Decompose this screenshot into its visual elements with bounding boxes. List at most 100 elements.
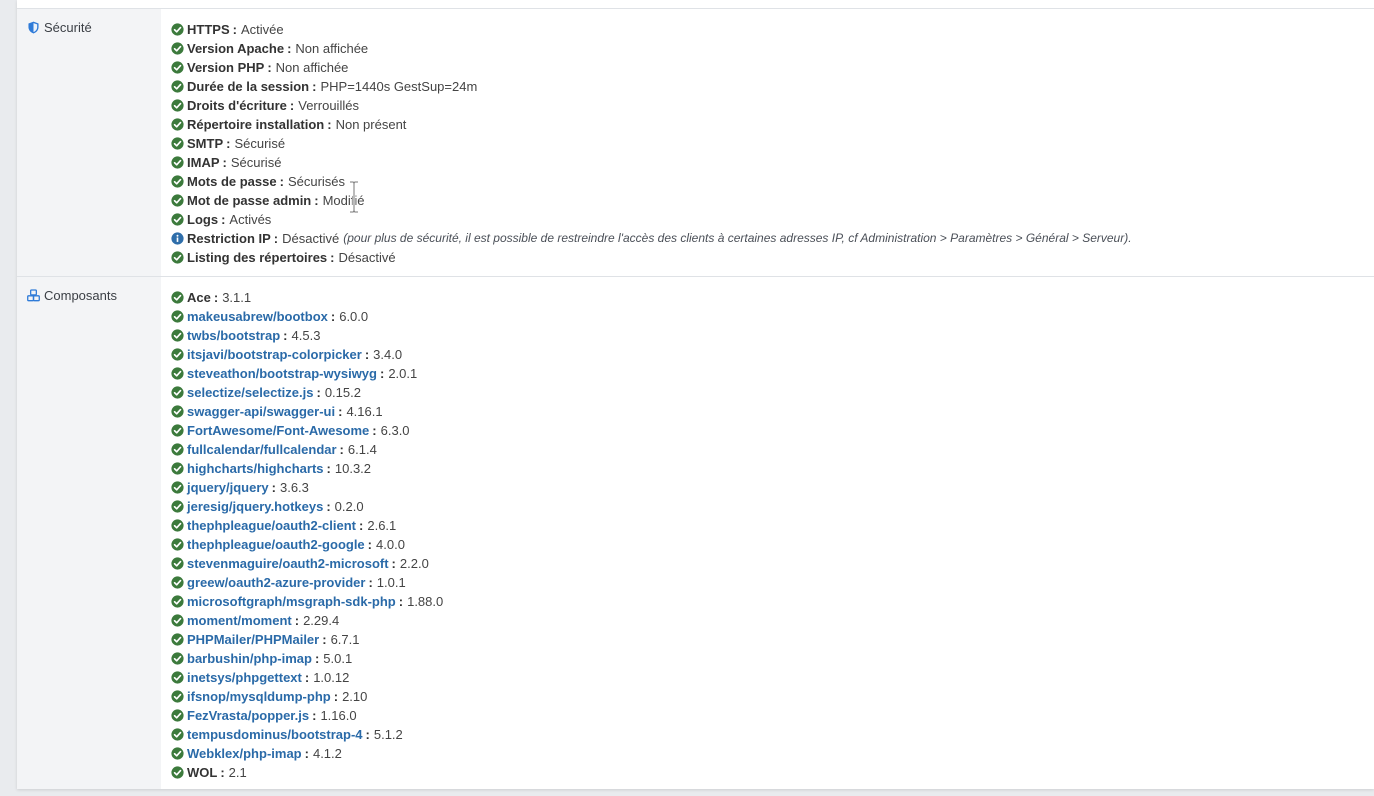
components-link[interactable]: twbs/bootstrap [187, 328, 280, 343]
components-link[interactable]: swagger-api/swagger-ui [187, 404, 335, 419]
label-separator: : [271, 480, 276, 495]
label-separator: : [232, 22, 237, 37]
label-separator: : [391, 556, 396, 571]
components-link[interactable]: PHPMailer/PHPMailer [187, 632, 319, 647]
security-row: HTTPS: Activée [171, 20, 1374, 39]
check-circle-icon [171, 747, 184, 760]
components-link[interactable]: steveathon/bootstrap-wysiwyg [187, 366, 377, 381]
components-link[interactable]: tempusdominus/bootstrap-4 [187, 727, 363, 742]
label-separator: : [372, 423, 377, 438]
check-circle-icon [171, 576, 184, 589]
components-link[interactable]: highcharts/highcharts [187, 461, 324, 476]
components-row: barbushin/php-imap:5.0.1 [171, 649, 1374, 668]
security-key: Droits d'écriture [187, 98, 287, 113]
label-separator: : [339, 442, 344, 457]
security-row: Répertoire installation: Non présent [171, 115, 1374, 134]
check-circle-icon [171, 671, 184, 684]
components-label-cell: Composants [17, 277, 161, 789]
components-link[interactable]: jquery/jquery [187, 480, 269, 495]
check-circle-icon [171, 709, 184, 722]
components-row: microsoftgraph/msgraph-sdk-php:1.88.0 [171, 592, 1374, 611]
components-value: 4.5.3 [291, 328, 321, 343]
components-value: 4.1.2 [312, 746, 342, 761]
components-row: highcharts/highcharts:10.3.2 [171, 459, 1374, 478]
components-value: 2.29.4 [303, 613, 340, 628]
label-separator: : [294, 613, 300, 628]
label-separator: : [312, 79, 317, 94]
shield-icon [28, 21, 39, 34]
components-row: swagger-api/swagger-ui:4.16.1 [171, 402, 1374, 421]
security-value: Sécurisé [230, 155, 282, 170]
security-note: (pour plus de sécurité, il est possible … [343, 231, 1132, 245]
label-separator: : [365, 727, 370, 742]
components-row: inetsys/phpgettext:1.0.12 [171, 668, 1374, 687]
components-link[interactable]: greew/oauth2-azure-provider [187, 575, 365, 590]
label-separator: : [316, 385, 321, 400]
check-circle-icon [171, 633, 184, 646]
components-value: 3.6.3 [279, 480, 309, 495]
components-link[interactable]: moment/moment [187, 613, 292, 628]
security-key: Durée de la session [187, 79, 310, 94]
label-separator: : [314, 651, 320, 666]
components-row: steveathon/bootstrap-wysiwyg:2.0.1 [171, 364, 1374, 383]
check-circle-icon [171, 80, 184, 93]
components-link[interactable]: itsjavi/bootstrap-colorpicker [187, 347, 362, 362]
components-link[interactable]: barbushin/php-imap [187, 651, 312, 666]
components-link[interactable]: jeresig/jquery.hotkeys [187, 499, 323, 514]
components-link[interactable]: ifsnop/mysqldump-php [187, 689, 331, 704]
components-link[interactable]: fullcalendar/fullcalendar [187, 442, 337, 457]
components-value: 6.0.0 [339, 309, 369, 324]
security-row: IMAP: Sécurisé [171, 153, 1374, 172]
components-value: 4.0.0 [376, 537, 405, 552]
label-separator: : [221, 212, 226, 227]
label-separator: : [330, 309, 336, 324]
components-value: 1.16.0 [320, 708, 357, 723]
components-link[interactable]: stevenmaguire/oauth2-microsoft [187, 556, 389, 571]
check-circle-icon [171, 405, 184, 418]
security-value: Non présent [335, 117, 407, 132]
components-value: 2.2.0 [399, 556, 429, 571]
components-link[interactable]: FortAwesome/Font-Awesome [187, 423, 369, 438]
components-value: 1.0.1 [376, 575, 406, 590]
check-circle-icon [171, 595, 184, 608]
components-link[interactable]: makeusabrew/bootbox [187, 309, 328, 324]
label-separator: : [326, 499, 331, 514]
security-key: Mot de passe admin [187, 193, 312, 208]
components-row: stevenmaguire/oauth2-microsoft:2.2.0 [171, 554, 1374, 573]
security-key: Version Apache [187, 41, 285, 56]
security-section: Sécurité HTTPS: Activée Version Apache: Non… [17, 9, 1374, 277]
components-link[interactable]: Webklex/php-imap [187, 746, 302, 761]
components-link[interactable]: inetsys/phpgettext [187, 670, 302, 685]
components-link[interactable]: thephpleague/oauth2-client [187, 518, 356, 533]
check-circle-icon [171, 690, 184, 703]
components-value: 6.3.0 [380, 423, 410, 438]
check-circle-icon [171, 23, 184, 36]
components-row: WOL:2.1 [171, 763, 1374, 782]
security-key: Répertoire installation [187, 117, 325, 132]
check-circle-icon [171, 443, 184, 456]
components-link[interactable]: microsoftgraph/msgraph-sdk-php [187, 594, 396, 609]
components-link[interactable]: selectize/selectize.js [187, 385, 313, 400]
components-value: 3.4.0 [373, 347, 403, 362]
check-circle-icon [171, 519, 184, 532]
check-circle-icon [171, 614, 184, 627]
label-separator: : [398, 594, 404, 609]
security-row: Version Apache: Non affichée [171, 39, 1374, 58]
components-row: makeusabrew/bootbox:6.0.0 [171, 307, 1374, 326]
check-circle-icon [171, 348, 184, 361]
security-value: Sécurisés [287, 174, 346, 189]
components-key: WOL [187, 765, 218, 780]
components-link[interactable]: FezVrasta/popper.js [187, 708, 309, 723]
check-circle-icon [171, 251, 184, 264]
security-list: HTTPS: Activée Version Apache: Non affichée… [161, 9, 1374, 276]
check-circle-icon [171, 766, 184, 779]
security-key: Logs [187, 212, 219, 227]
components-row: Ace:3.1.1 [171, 288, 1374, 307]
components-value: 5.0.1 [323, 651, 353, 666]
check-circle-icon [171, 481, 184, 494]
check-circle-icon [171, 386, 184, 399]
check-circle-icon [171, 424, 184, 437]
label-separator: : [289, 98, 295, 113]
label-separator: : [226, 136, 231, 151]
components-link[interactable]: thephpleague/oauth2-google [187, 537, 365, 552]
